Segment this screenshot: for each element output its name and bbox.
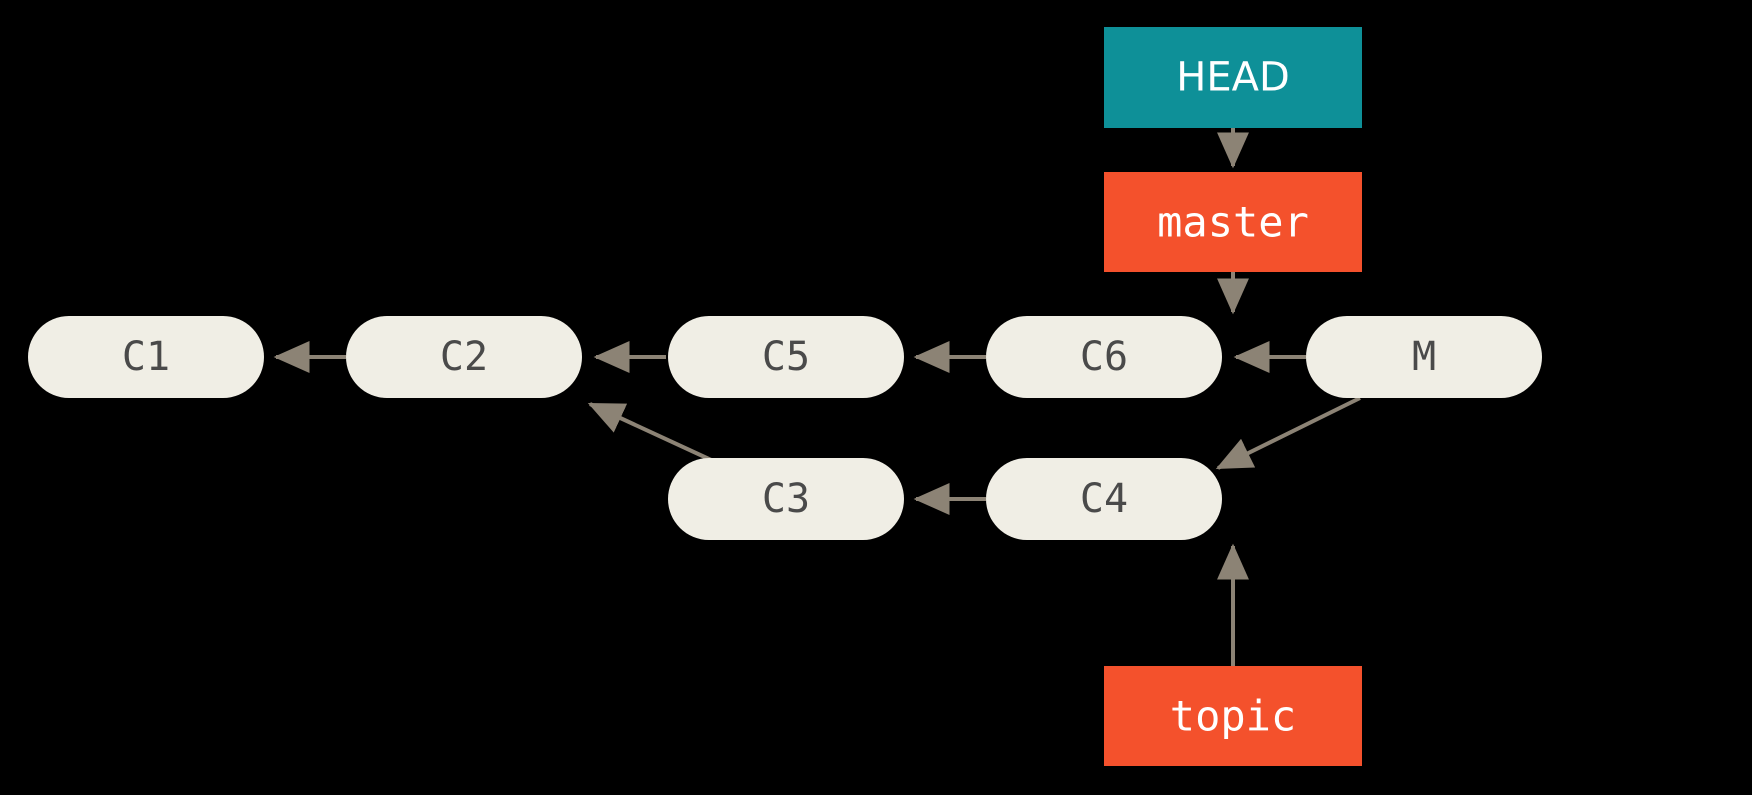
ref-box-topic[interactable]: topic bbox=[1104, 666, 1362, 766]
commit-node-c5[interactable]: C5 bbox=[668, 316, 904, 398]
commit-nodes-layer: C1 C2 C5 C6 M C3 C4 bbox=[28, 316, 1542, 540]
commit-node-m[interactable]: M bbox=[1306, 316, 1542, 398]
commit-shape bbox=[986, 458, 1222, 540]
commit-node-c1[interactable]: C1 bbox=[28, 316, 264, 398]
edge-line bbox=[1215, 396, 1361, 470]
commit-shape bbox=[346, 316, 582, 398]
ref-box-master[interactable]: master bbox=[1104, 172, 1362, 272]
commit-node-c2[interactable]: C2 bbox=[346, 316, 582, 398]
commit-node-c3[interactable]: C3 bbox=[668, 458, 904, 540]
commit-shape bbox=[986, 316, 1222, 398]
ref-shape bbox=[1104, 27, 1362, 128]
diagram-canvas: C1 C2 C5 C6 M C3 C4 HEAD master topic bbox=[28, 27, 1542, 766]
commit-shape bbox=[668, 316, 904, 398]
ref-box-head[interactable]: HEAD bbox=[1104, 27, 1362, 128]
ref-shape bbox=[1104, 666, 1362, 766]
edge-m-to-c4 bbox=[1215, 396, 1361, 470]
commit-shape bbox=[1306, 316, 1542, 398]
commit-shape bbox=[668, 458, 904, 540]
commit-node-c6[interactable]: C6 bbox=[986, 316, 1222, 398]
commit-node-c4[interactable]: C4 bbox=[986, 458, 1222, 540]
commit-shape bbox=[28, 316, 264, 398]
git-branch-diagram: C1 C2 C5 C6 M C3 C4 HEAD master topic bbox=[0, 0, 1752, 795]
ref-shape bbox=[1104, 172, 1362, 272]
